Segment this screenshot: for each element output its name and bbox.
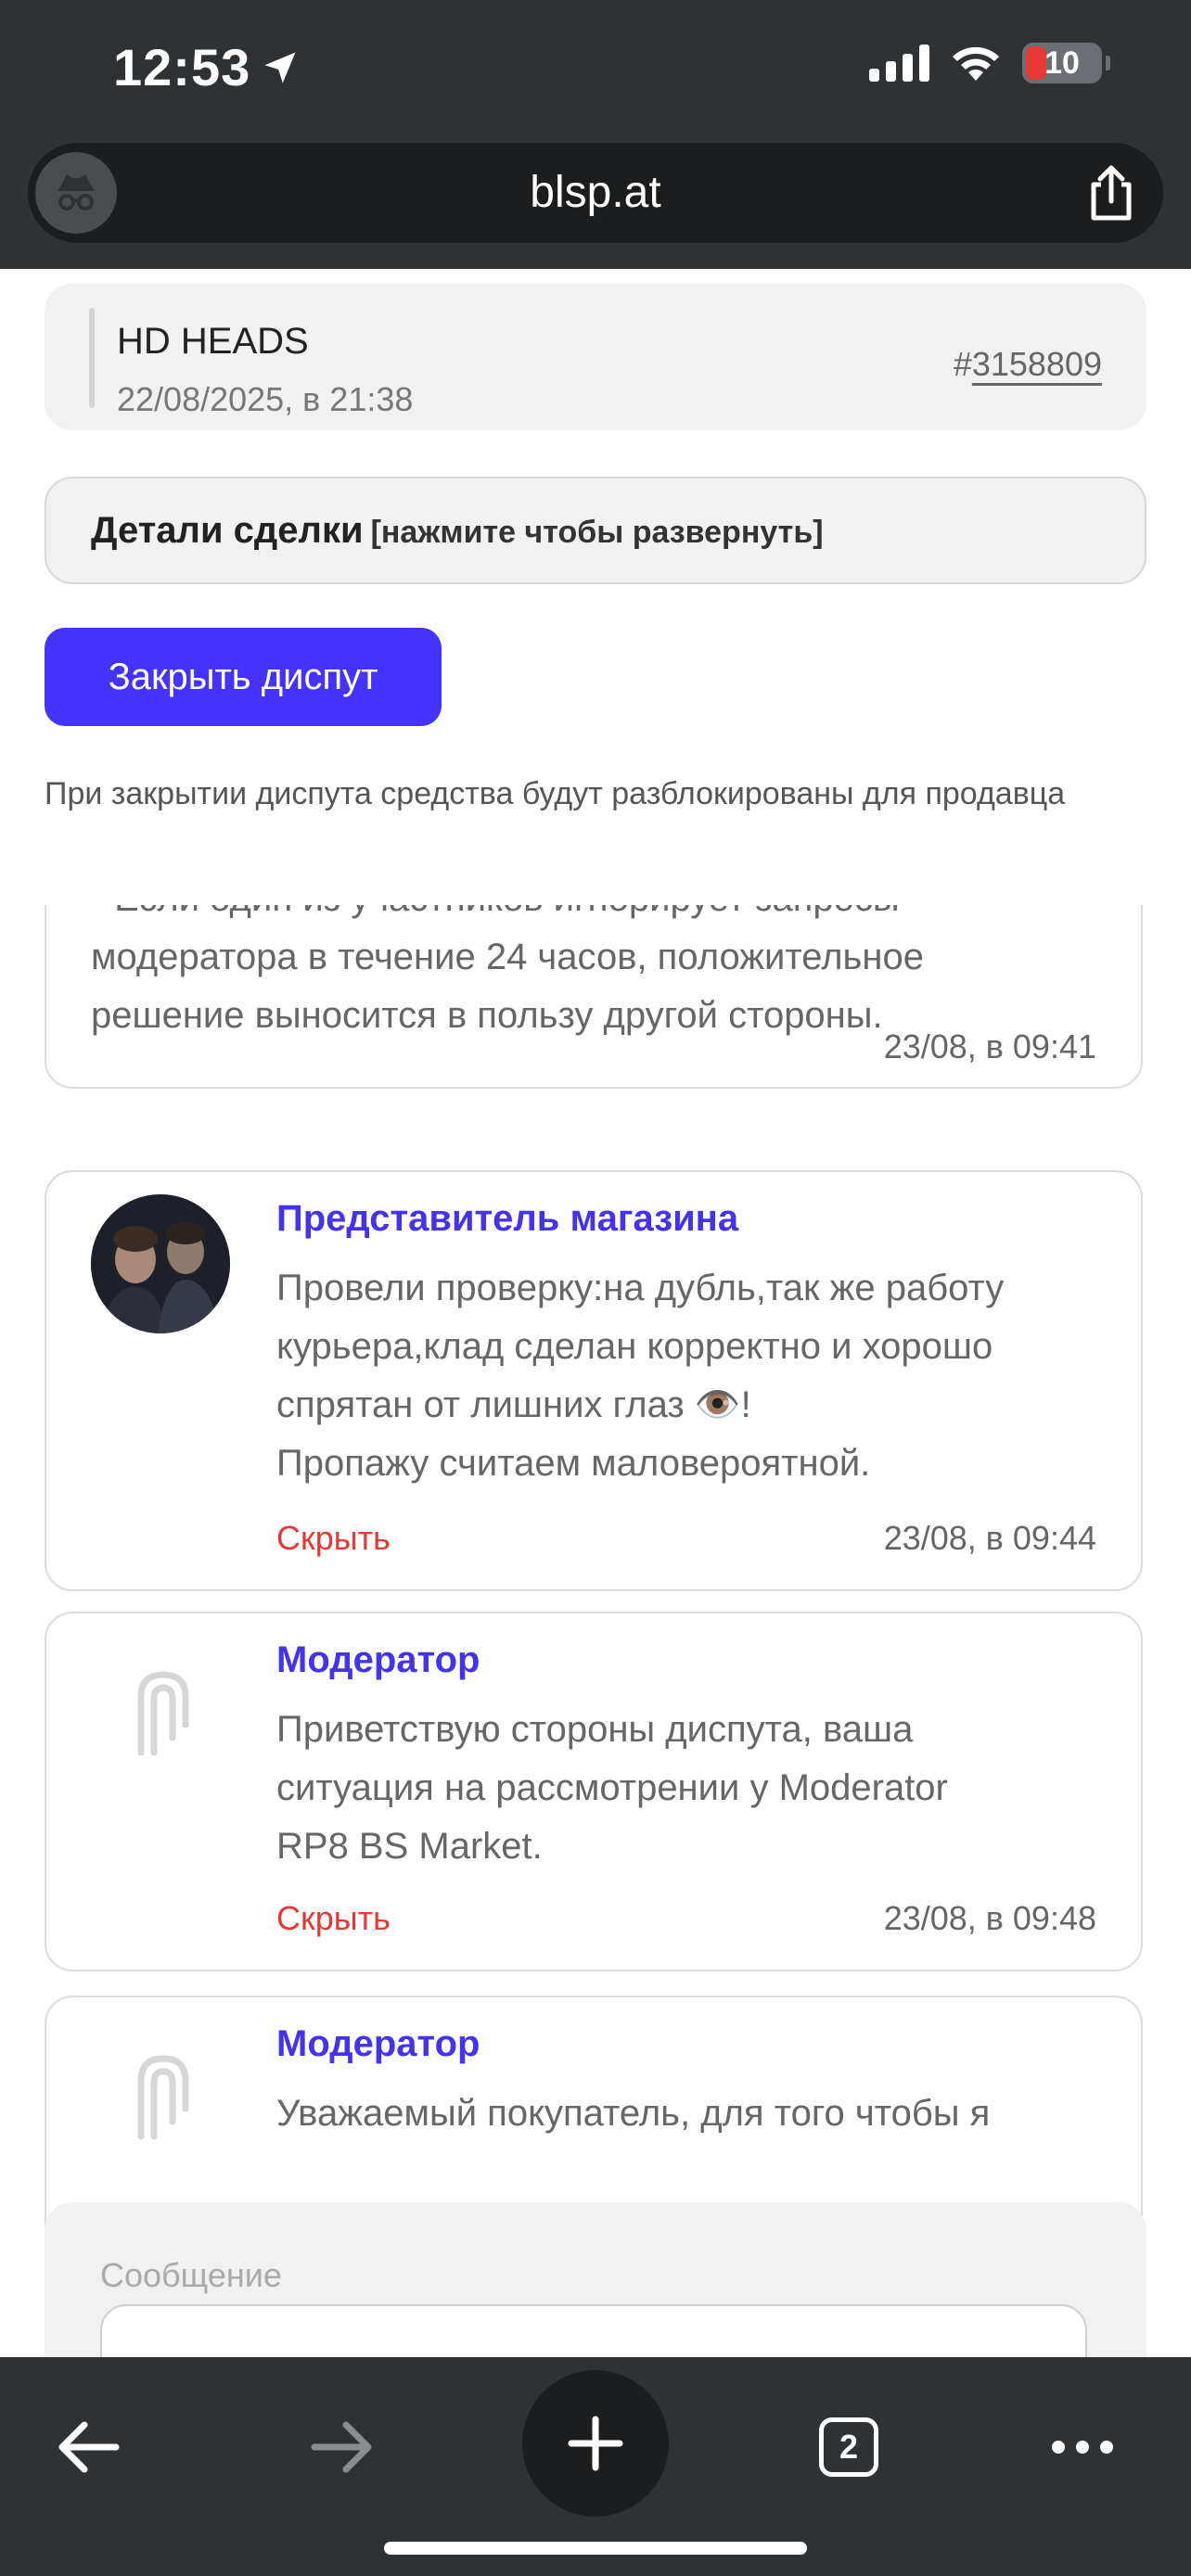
message-text: Уважаемый покупатель, для того чтобы я bbox=[276, 2093, 991, 2134]
order-id-link[interactable]: 3158809 bbox=[972, 345, 1102, 383]
message-list[interactable]: • Если один из участников игнорирует зап… bbox=[0, 905, 1191, 2357]
message-card: • Если один из участников игнорирует зап… bbox=[45, 905, 1143, 1089]
more-icon bbox=[1052, 2441, 1113, 2454]
message-author: Модератор bbox=[276, 2023, 480, 2064]
arrow-left-icon bbox=[58, 2421, 120, 2473]
message-text: Провели проверку:на дубль,так же работу … bbox=[276, 1268, 1005, 1484]
wifi-icon bbox=[953, 46, 999, 81]
order-card-accent bbox=[89, 308, 95, 408]
new-tab-button[interactable] bbox=[522, 2370, 669, 2517]
tabs-button[interactable]: 2 bbox=[798, 2396, 900, 2498]
home-indicator[interactable] bbox=[384, 2542, 807, 2555]
deal-details-label: Детали сделки [нажмите чтобы развернуть] bbox=[91, 510, 824, 551]
message-author: Модератор bbox=[276, 1639, 480, 1680]
message-time: 23/08, в 09:48 bbox=[883, 1899, 1096, 1937]
clock: 12:53 bbox=[113, 37, 301, 97]
deal-details-hint: [нажмите чтобы развернуть] bbox=[370, 515, 824, 550]
arrow-right-icon bbox=[311, 2421, 372, 2473]
hide-message-link[interactable]: Скрыть bbox=[276, 1899, 391, 1938]
share-icon[interactable] bbox=[1078, 159, 1145, 226]
avatar[interactable] bbox=[91, 1194, 230, 1333]
message-text: Приветствую стороны диспута, ваша ситуац… bbox=[276, 1709, 948, 1867]
order-id[interactable]: #3158809 bbox=[954, 345, 1102, 384]
browser-chrome: blsp.at bbox=[0, 139, 1191, 269]
message-composer: Сообщение bbox=[45, 2202, 1146, 2357]
message-time: 23/08, в 09:41 bbox=[883, 1027, 1096, 1065]
status-bar: 12:53 10 bbox=[0, 0, 1191, 139]
more-button[interactable] bbox=[1031, 2396, 1133, 2498]
hide-message-link[interactable]: Скрыть bbox=[276, 1519, 391, 1558]
order-date: 22/08/2025, в 21:38 bbox=[117, 380, 414, 418]
message-time: 23/08, в 09:44 bbox=[883, 1519, 1096, 1557]
url-text[interactable]: blsp.at bbox=[28, 167, 1163, 218]
message-author: Представитель магазина bbox=[276, 1198, 739, 1239]
message-field-label: Сообщение bbox=[100, 2256, 282, 2294]
message-card: Представитель магазина Провели проверку:… bbox=[45, 1170, 1143, 1591]
message-input[interactable] bbox=[100, 2304, 1087, 2357]
order-card: HD HEADS 22/08/2025, в 21:38 #3158809 bbox=[45, 284, 1146, 430]
moderator-logo-icon bbox=[137, 2055, 189, 2140]
deal-details-toggle[interactable]: Детали сделки [нажмите чтобы развернуть] bbox=[45, 477, 1146, 584]
clock-time: 12:53 bbox=[113, 38, 251, 96]
location-arrow-icon bbox=[264, 52, 296, 83]
address-bar[interactable]: blsp.at bbox=[28, 143, 1163, 243]
back-button[interactable] bbox=[37, 2396, 139, 2498]
tabs-count: 2 bbox=[819, 2417, 878, 2477]
message-text: • Если один из участников игнорирует зап… bbox=[91, 905, 924, 1036]
status-icons: 10 bbox=[869, 43, 1110, 83]
battery-level: 10 bbox=[1044, 45, 1080, 81]
forward-button[interactable] bbox=[291, 2396, 393, 2498]
order-title: HD HEADS bbox=[117, 321, 309, 362]
cellular-signal-icon bbox=[869, 45, 929, 82]
battery-icon: 10 bbox=[1022, 43, 1110, 83]
plus-icon bbox=[568, 2416, 623, 2471]
page-content: HD HEADS 22/08/2025, в 21:38 #3158809 Де… bbox=[0, 269, 1191, 2357]
moderator-logo-icon bbox=[137, 1671, 189, 1756]
close-dispute-note: При закрытии диспута средства будут разб… bbox=[45, 776, 1066, 811]
message-card: Модератор Приветствую стороны диспута, в… bbox=[45, 1612, 1143, 1971]
close-dispute-button[interactable]: Закрыть диспут bbox=[45, 628, 442, 726]
